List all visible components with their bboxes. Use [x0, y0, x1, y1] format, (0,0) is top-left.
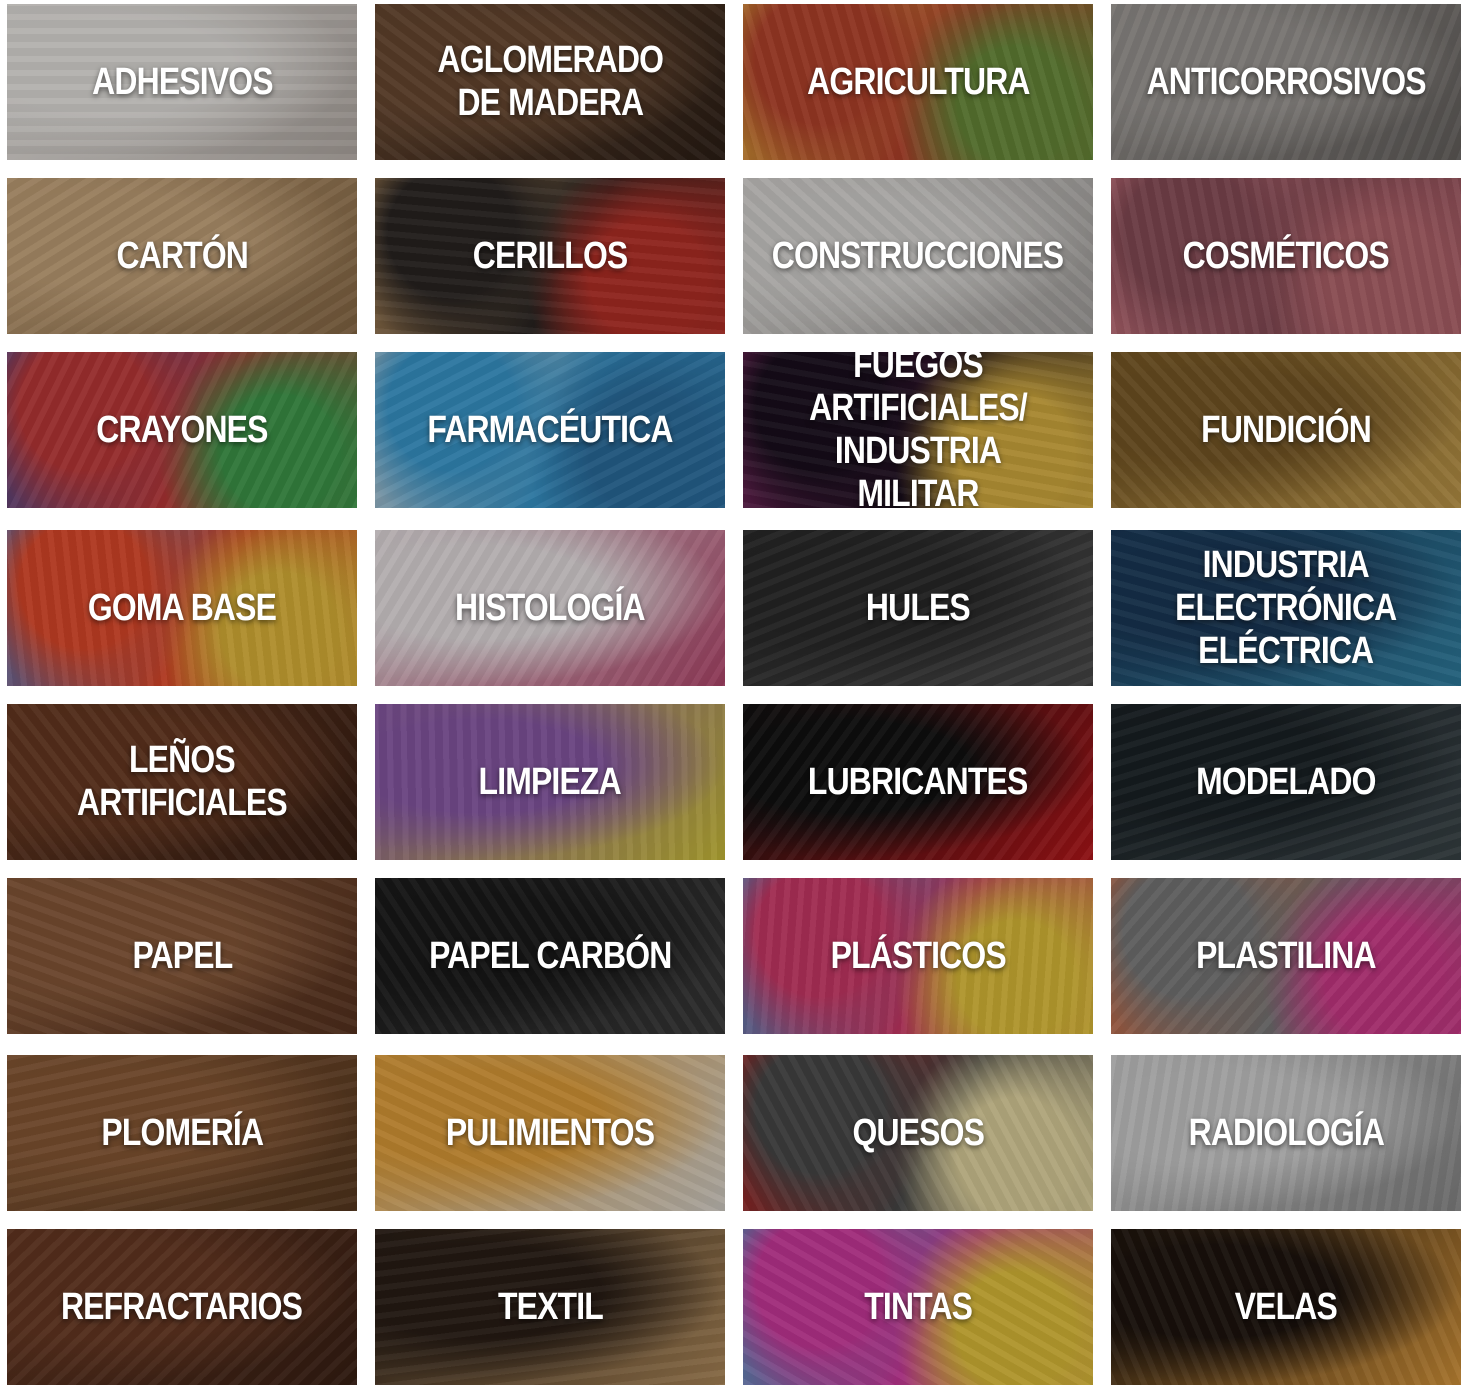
tile-lenos-artificiales[interactable]: LEÑOS ARTIFICIALES: [7, 704, 357, 860]
tile-industria-electronica-electrica[interactable]: INDUSTRIA ELECTRÓNICA ELÉCTRICA: [1111, 530, 1461, 686]
tile-adhesivos[interactable]: ADHESIVOS: [7, 4, 357, 160]
industry-grid: ADHESIVOS AGLOMERADO DE MADERA AGRICULTURA…: [0, 0, 1470, 1385]
tile-label: HULES: [865, 586, 971, 629]
tile-plomeria[interactable]: PLOMERÍA: [7, 1055, 357, 1211]
tile-construcciones[interactable]: CONSTRUCCIONES: [743, 178, 1093, 334]
tile-anticorrosivos[interactable]: ANTICORROSIVOS: [1111, 4, 1461, 160]
tile-label: FUEGOS ARTIFICIALES/ INDUSTRIA MILITAR: [809, 352, 1028, 508]
tile-label: CRAYONES: [96, 408, 268, 451]
tile-label: INDUSTRIA ELECTRÓNICA ELÉCTRICA: [1175, 543, 1397, 672]
tile-label: FARMACÉUTICA: [427, 408, 673, 451]
tile-label: GOMA BASE: [87, 586, 277, 629]
tile-label: HISTOLOGÍA: [455, 586, 645, 629]
tile-label: LEÑOS ARTIFICIALES: [77, 739, 288, 824]
tile-farmaceutica[interactable]: FARMACÉUTICA: [375, 352, 725, 508]
tile-label: PULIMIENTOS: [445, 1111, 655, 1154]
tile-label: PAPEL CARBÓN: [428, 934, 672, 977]
tile-crayones[interactable]: CRAYONES: [7, 352, 357, 508]
tile-label: RADIOLOGÍA: [1188, 1111, 1384, 1154]
tile-label: PLOMERÍA: [101, 1111, 264, 1154]
tile-textil[interactable]: TEXTIL: [375, 1229, 725, 1385]
tile-label: VELAS: [1234, 1285, 1338, 1328]
tile-label: FUNDICIÓN: [1201, 408, 1372, 451]
tile-goma-base[interactable]: GOMA BASE: [7, 530, 357, 686]
tile-lubricantes[interactable]: LUBRICANTES: [743, 704, 1093, 860]
tile-fuegos-artificiales-industria-militar[interactable]: FUEGOS ARTIFICIALES/ INDUSTRIA MILITAR: [743, 352, 1093, 508]
tile-papel-carbon[interactable]: PAPEL CARBÓN: [375, 878, 725, 1034]
tile-pulimientos[interactable]: PULIMIENTOS: [375, 1055, 725, 1211]
tile-hules[interactable]: HULES: [743, 530, 1093, 686]
tile-label: REFRACTARIOS: [61, 1285, 303, 1328]
tile-modelado[interactable]: MODELADO: [1111, 704, 1461, 860]
tile-label: PLASTILINA: [1196, 934, 1376, 977]
tile-label: MODELADO: [1196, 760, 1376, 803]
tile-label: AGRICULTURA: [806, 60, 1030, 103]
tile-refractarios[interactable]: REFRACTARIOS: [7, 1229, 357, 1385]
tile-label: COSMÉTICOS: [1182, 234, 1390, 277]
tile-papel[interactable]: PAPEL: [7, 878, 357, 1034]
tile-limpieza[interactable]: LIMPIEZA: [375, 704, 725, 860]
tile-label: CERILLOS: [472, 234, 629, 277]
tile-label: TEXTIL: [497, 1285, 604, 1328]
tile-cerillos[interactable]: CERILLOS: [375, 178, 725, 334]
tile-quesos[interactable]: QUESOS: [743, 1055, 1093, 1211]
tile-label: ADHESIVOS: [91, 60, 273, 103]
tile-plasticos[interactable]: PLÁSTICOS: [743, 878, 1093, 1034]
tile-label: QUESOS: [852, 1111, 984, 1154]
tile-label: LIMPIEZA: [478, 760, 622, 803]
tile-label: PLÁSTICOS: [830, 934, 1006, 977]
tile-label: CONSTRUCCIONES: [772, 234, 1064, 277]
tile-label: AGLOMERADO DE MADERA: [437, 39, 664, 124]
tile-label: ANTICORROSIVOS: [1146, 60, 1426, 103]
tile-tintas[interactable]: TINTAS: [743, 1229, 1093, 1385]
tile-cosmeticos[interactable]: COSMÉTICOS: [1111, 178, 1461, 334]
tile-histologia[interactable]: HISTOLOGÍA: [375, 530, 725, 686]
tile-label: CARTÓN: [116, 234, 248, 277]
tile-agricultura[interactable]: AGRICULTURA: [743, 4, 1093, 160]
tile-radiologia[interactable]: RADIOLOGÍA: [1111, 1055, 1461, 1211]
tile-fundicion[interactable]: FUNDICIÓN: [1111, 352, 1461, 508]
tile-velas[interactable]: VELAS: [1111, 1229, 1461, 1385]
tile-carton[interactable]: CARTÓN: [7, 178, 357, 334]
tile-aglomerado-de-madera[interactable]: AGLOMERADO DE MADERA: [375, 4, 725, 160]
tile-label: TINTAS: [864, 1285, 973, 1328]
tile-plastilina[interactable]: PLASTILINA: [1111, 878, 1461, 1034]
tile-label: LUBRICANTES: [808, 760, 1028, 803]
tile-label: PAPEL: [132, 934, 233, 977]
